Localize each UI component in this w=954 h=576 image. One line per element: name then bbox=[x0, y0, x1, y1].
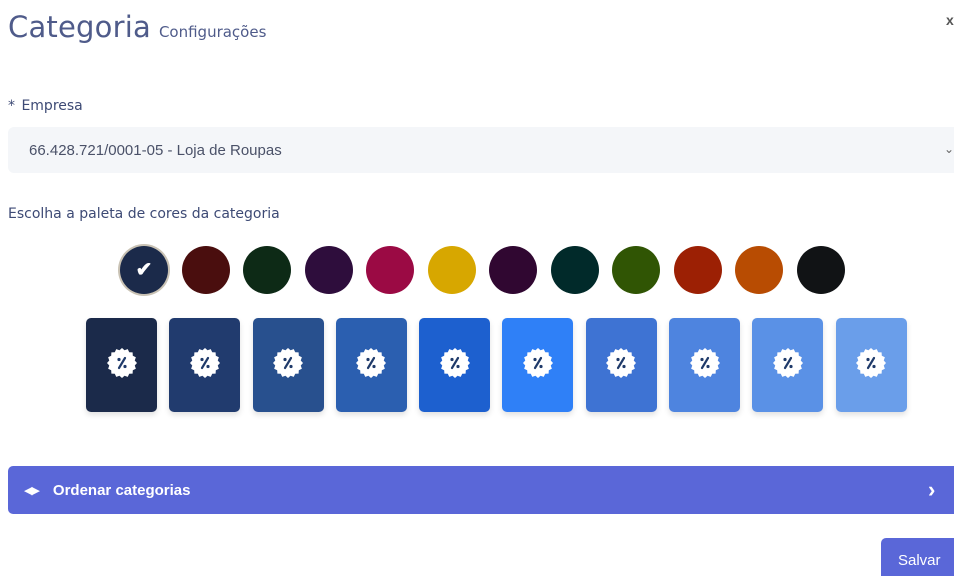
shade-tile[interactable] bbox=[252, 318, 324, 412]
shade-tile[interactable] bbox=[169, 318, 241, 412]
shade-tiles bbox=[86, 318, 907, 412]
empresa-select-value: 66.428.721/0001-05 - Loja de Roupas bbox=[29, 141, 282, 159]
percent-badge-icon bbox=[605, 347, 637, 384]
color-swatch[interactable]: ✔ bbox=[120, 246, 168, 294]
shade-tile[interactable] bbox=[502, 318, 574, 412]
color-swatch[interactable] bbox=[796, 246, 845, 294]
color-swatch[interactable] bbox=[243, 246, 291, 294]
check-icon: ✔ bbox=[135, 259, 153, 281]
palette-label: Escolha a paleta de cores da categoria bbox=[8, 206, 280, 222]
color-swatch[interactable] bbox=[366, 246, 414, 294]
percent-badge-icon bbox=[439, 347, 471, 384]
percent-badge-icon bbox=[522, 347, 554, 384]
chevron-down-icon: ⌄ bbox=[943, 142, 954, 156]
percent-badge-icon bbox=[189, 347, 221, 384]
color-swatch[interactable] bbox=[673, 246, 722, 294]
percent-badge-icon bbox=[772, 347, 804, 384]
color-palette: ✔ bbox=[120, 246, 845, 294]
color-swatch[interactable] bbox=[427, 246, 476, 294]
page-title: Categoria bbox=[8, 10, 151, 44]
order-categories-button[interactable]: ◀▶ Ordenar categorias › bbox=[8, 466, 954, 514]
shade-tile[interactable] bbox=[86, 318, 157, 412]
empresa-select[interactable]: 66.428.721/0001-05 - Loja de Roupas ⌄ bbox=[8, 127, 954, 173]
save-button[interactable]: Salvar bbox=[881, 538, 954, 576]
shade-tile[interactable] bbox=[835, 318, 907, 412]
percent-badge-icon bbox=[855, 347, 887, 384]
percent-badge-icon bbox=[106, 347, 138, 384]
shade-tile[interactable] bbox=[335, 318, 407, 412]
percent-badge-icon bbox=[355, 347, 387, 384]
left-right-arrows-icon: ◀▶ bbox=[24, 484, 40, 497]
chevron-right-icon: › bbox=[928, 477, 936, 502]
empresa-label: * Empresa bbox=[8, 98, 83, 114]
shade-tile[interactable] bbox=[585, 318, 657, 412]
percent-badge-icon bbox=[689, 347, 721, 384]
color-swatch[interactable] bbox=[181, 246, 230, 294]
shade-tile[interactable] bbox=[419, 318, 491, 412]
page-subtitle: Configurações bbox=[158, 23, 267, 41]
percent-badge-icon bbox=[272, 347, 304, 384]
empresa-label-text: Empresa bbox=[21, 98, 83, 114]
shade-tile[interactable] bbox=[669, 318, 741, 412]
color-swatch[interactable] bbox=[550, 246, 599, 294]
required-mark: * bbox=[8, 98, 15, 114]
modal-header: Categoria Configurações bbox=[8, 10, 266, 44]
color-swatch[interactable] bbox=[612, 246, 660, 294]
shade-tile[interactable] bbox=[752, 318, 824, 412]
color-swatch[interactable] bbox=[304, 246, 353, 294]
color-swatch[interactable] bbox=[735, 246, 783, 294]
close-icon[interactable]: x bbox=[946, 12, 954, 28]
order-categories-label: Ordenar categorias bbox=[52, 481, 191, 499]
color-swatch[interactable] bbox=[489, 246, 537, 294]
